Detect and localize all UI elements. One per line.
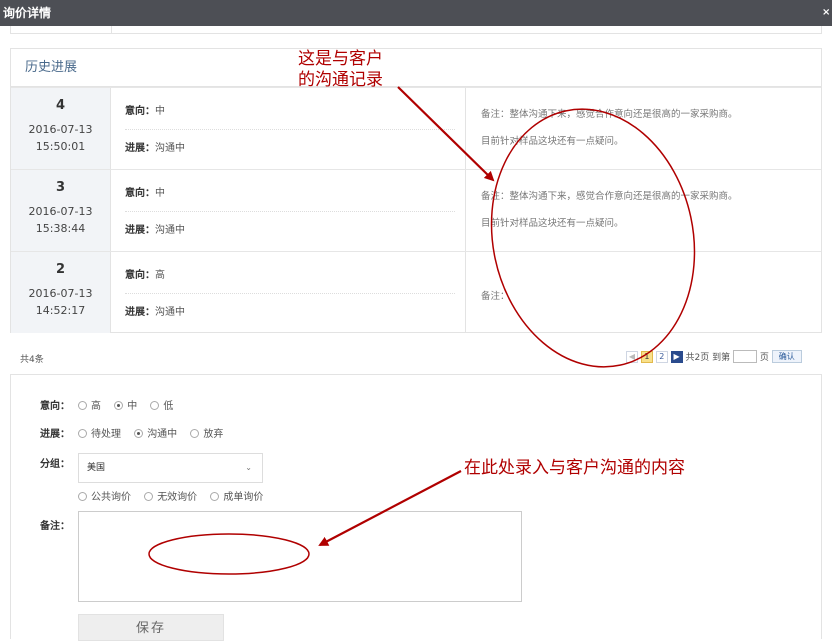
record-date: 2016-07-13 bbox=[28, 123, 93, 136]
history-record-index: 3 2016-07-13 15:38:44 bbox=[11, 170, 111, 251]
record-status: 意向：高 进展：沟通中 bbox=[111, 252, 466, 333]
group-option-public[interactable]: 公共询价 bbox=[78, 488, 131, 503]
intent-label: 意向： bbox=[125, 106, 155, 117]
group-option-invalid[interactable]: 无效询价 bbox=[144, 488, 197, 503]
intent-field-label: 意向： bbox=[40, 401, 70, 412]
record-count: 共4条 bbox=[20, 355, 44, 365]
page-button-2[interactable]: 2 bbox=[655, 350, 668, 363]
dialog-title: 询价详情 bbox=[3, 6, 52, 20]
intent-label: 意向： bbox=[125, 270, 155, 281]
save-button[interactable]: 保存 bbox=[78, 614, 224, 641]
dialog-titlebar: 询价详情 × bbox=[0, 0, 832, 26]
intent-value: 中 bbox=[155, 106, 165, 117]
record-status: 意向：中 进展：沟通中 bbox=[111, 170, 466, 251]
prev-page-button[interactable]: ◀ bbox=[626, 350, 638, 363]
remark-line-2: 目前针对样品这块还有一点疑问。 bbox=[481, 136, 624, 147]
record-time: 15:38:44 bbox=[35, 222, 86, 235]
remark-textarea[interactable] bbox=[78, 511, 522, 602]
radio-icon bbox=[78, 429, 87, 438]
radio-selected-icon bbox=[134, 429, 144, 438]
progress-value: 沟通中 bbox=[155, 143, 185, 154]
next-page-button[interactable]: ▶ bbox=[670, 350, 683, 363]
intent-option-high[interactable]: 高 bbox=[78, 397, 101, 412]
remark-line-2: 目前针对样品这块还有一点疑问。 bbox=[481, 218, 624, 229]
radio-icon bbox=[144, 492, 154, 501]
chevron-down-icon: ⌄ bbox=[245, 463, 252, 472]
record-time: 14:52:17 bbox=[35, 304, 86, 317]
intent-option-low[interactable]: 低 bbox=[150, 397, 173, 412]
group-selected-value: 美国 bbox=[87, 463, 106, 473]
radio-selected-icon bbox=[114, 401, 124, 410]
history-row: 4 2016-07-13 15:50:01 意向：中 进展：沟通中 备注：整体沟通… bbox=[11, 87, 821, 169]
record-date: 2016-07-13 bbox=[28, 205, 93, 218]
total-pages: 共2页 bbox=[685, 353, 710, 363]
annotation-note-bottom: 在此处录入与客户沟通的内容 bbox=[464, 458, 685, 478]
intent-label: 意向： bbox=[125, 188, 155, 199]
group-field-label: 分组： bbox=[40, 459, 70, 470]
radio-icon bbox=[78, 401, 87, 410]
record-status: 意向：中 进展：沟通中 bbox=[111, 88, 466, 169]
goto-label: 到第 bbox=[712, 353, 731, 363]
remark-line-1: 备注：整体沟通下来，感觉合作意向还是很高的一家采购商。 bbox=[481, 109, 738, 120]
history-row: 2 2016-07-13 14:52:17 意向：高 进展：沟通中 备注： bbox=[11, 251, 821, 333]
history-record-index: 2 2016-07-13 14:52:17 bbox=[11, 252, 111, 333]
radio-icon bbox=[190, 429, 200, 438]
record-number: 4 bbox=[55, 98, 66, 113]
radio-icon bbox=[78, 492, 87, 501]
progress-field-label: 进展： bbox=[40, 429, 70, 440]
page-button-1[interactable]: 1 bbox=[640, 350, 653, 363]
goto-page-input[interactable] bbox=[733, 350, 757, 363]
goto-confirm-button[interactable]: 确认 bbox=[771, 350, 802, 363]
intent-value: 中 bbox=[155, 188, 165, 199]
record-number: 3 bbox=[55, 180, 66, 195]
remark-line-1: 备注：整体沟通下来，感觉合作意向还是很高的一家采购商。 bbox=[481, 191, 738, 202]
new-record-form: 意向： 高 中 低 进展： 待处理 沟通中 放弃 分组： 美国 ⌄ 公共询价 无… bbox=[10, 374, 822, 641]
close-icon[interactable]: × bbox=[822, 0, 832, 26]
progress-option-abandon[interactable]: 放弃 bbox=[190, 425, 223, 440]
intent-value: 高 bbox=[155, 270, 165, 281]
remark-field-label: 备注： bbox=[40, 521, 70, 532]
group-select[interactable]: 美国 ⌄ bbox=[78, 453, 263, 483]
progress-label: 进展： bbox=[125, 143, 155, 154]
annotation-note-top: 这是与客户 的沟通记录 bbox=[298, 49, 383, 90]
history-heading: 历史进展 bbox=[11, 49, 821, 87]
group-option-closed[interactable]: 成单询价 bbox=[210, 488, 263, 503]
progress-option-communicating[interactable]: 沟通中 bbox=[134, 425, 177, 440]
record-number: 2 bbox=[55, 262, 66, 277]
radio-icon bbox=[150, 401, 160, 410]
progress-value: 沟通中 bbox=[155, 307, 185, 318]
record-time: 15:50:01 bbox=[35, 140, 86, 153]
history-record-index: 4 2016-07-13 15:50:01 bbox=[11, 88, 111, 169]
progress-option-pending[interactable]: 待处理 bbox=[78, 425, 121, 440]
progress-label: 进展： bbox=[125, 225, 155, 236]
record-remark: 备注：整体沟通下来，感觉合作意向还是很高的一家采购商。 目前针对样品这块还有一点… bbox=[479, 170, 819, 251]
page-suffix: 页 bbox=[759, 353, 769, 363]
history-row: 3 2016-07-13 15:38:44 意向：中 进展：沟通中 备注：整体沟通… bbox=[11, 169, 821, 251]
record-remark: 备注：整体沟通下来，感觉合作意向还是很高的一家采购商。 目前针对样品这块还有一点… bbox=[479, 88, 819, 169]
pagination: ◀ 1 2 ▶ 共2页 到第 页 确认 bbox=[626, 350, 802, 364]
remark-line-1: 备注： bbox=[481, 291, 510, 302]
radio-icon bbox=[210, 492, 220, 501]
history-panel: 历史进展 4 2016-07-13 15:50:01 意向：中 进展：沟通中 备注… bbox=[10, 48, 822, 333]
progress-label: 进展： bbox=[125, 307, 155, 318]
record-date: 2016-07-13 bbox=[28, 287, 93, 300]
intent-option-medium[interactable]: 中 bbox=[114, 397, 137, 412]
progress-value: 沟通中 bbox=[155, 225, 185, 236]
previous-section-stub bbox=[10, 26, 822, 34]
record-remark: 备注： bbox=[479, 252, 819, 333]
